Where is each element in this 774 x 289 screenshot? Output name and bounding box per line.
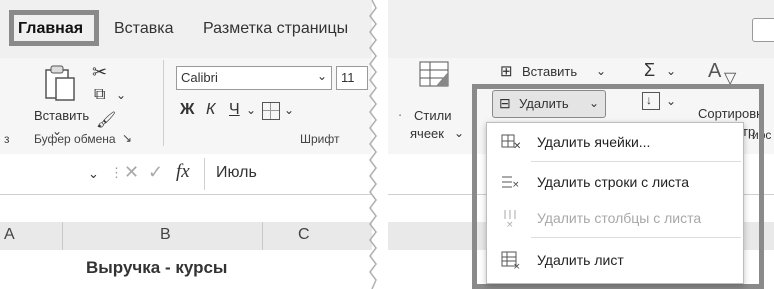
column-header-a[interactable]: A <box>4 226 15 244</box>
svg-text:×: × <box>506 220 514 227</box>
ribbon-fragment-dots: ⋅ <box>398 108 403 123</box>
cancel-icon[interactable]: ✕ <box>124 162 139 183</box>
clipboard-group-label: Буфер обмена <box>34 132 116 146</box>
divider <box>204 158 205 190</box>
cell-styles-label-2[interactable]: ячеек <box>410 126 444 141</box>
excel-left-pane: Главная Вставка Разметка страницы Встави… <box>0 0 372 289</box>
delete-cells-icon: ✕ <box>501 133 521 151</box>
cell-b1[interactable]: Выручка - курсы <box>86 258 227 278</box>
autosum-dropdown-icon[interactable]: ⌄ <box>666 64 676 78</box>
font-group-label: Шрифт <box>300 132 340 146</box>
borders-icon[interactable] <box>262 102 280 120</box>
format-painter-icon[interactable]: 🖌 <box>96 110 116 130</box>
chevron-down-icon: ⌄ <box>317 69 328 83</box>
delete-sheet-icon: × <box>501 251 521 269</box>
borders-dropdown-icon[interactable]: ⌄ <box>284 103 294 117</box>
underline-dropdown-icon[interactable]: ⌄ <box>246 103 256 117</box>
delete-columns-icon: × <box>501 209 521 227</box>
menu-item-label: Удалить столбцы с листа <box>537 210 702 226</box>
formula-value[interactable]: Июль <box>216 164 257 182</box>
copy-icon[interactable]: ⧉ <box>94 86 105 104</box>
function-icon[interactable]: fx <box>176 161 190 183</box>
menu-item-delete-columns[interactable]: × Удалить столбцы с листа <box>487 203 743 233</box>
tab-home[interactable]: Главная <box>18 20 83 38</box>
font-size-value: 11 <box>341 70 355 85</box>
insert-cells-icon[interactable]: ⊞ <box>500 62 513 80</box>
svg-text:×: × <box>513 262 521 269</box>
ribbon-home: Вставить ⌄ ✂ ⧉ ⌄ 🖌 з Буфер обмена ↘ Cali… <box>0 58 372 155</box>
comment-icon[interactable] <box>752 18 774 42</box>
underline-button[interactable]: Ч <box>229 101 240 119</box>
cut-icon[interactable]: ✂ <box>92 62 107 83</box>
bold-button[interactable]: Ж <box>180 101 194 119</box>
menu-item-label: Удалить лист <box>537 252 624 268</box>
delete-rows-icon: × <box>501 173 521 191</box>
column-header-b[interactable]: B <box>160 226 171 244</box>
tab-insert[interactable]: Вставка <box>114 20 173 38</box>
ribbon-tab-row: Главная Вставка Разметка страницы <box>0 0 372 58</box>
font-name-value: Calibri <box>181 70 218 85</box>
svg-text:×: × <box>512 180 520 190</box>
font-name-box[interactable]: Calibri ⌄ <box>176 66 332 90</box>
more-options-icon: ⋮ <box>110 165 123 180</box>
copy-dropdown-icon[interactable]: ⌄ <box>116 88 126 102</box>
menu-item-delete-rows[interactable]: × Удалить строки с листа <box>487 167 743 197</box>
svg-text:✕: ✕ <box>513 141 521 151</box>
delete-dropdown-menu: ✕ Удалить ячейки... × Удалить строки с л… <box>486 122 744 284</box>
column-header-c[interactable]: C <box>298 226 310 244</box>
group-divider <box>163 60 164 146</box>
paste-label[interactable]: Вставить <box>34 108 89 123</box>
column-headers: A B C <box>0 222 372 251</box>
menu-item-label: Удалить ячейки... <box>537 134 651 150</box>
ribbon-tab-row-right <box>388 0 774 58</box>
menu-item-delete-sheet[interactable]: × Удалить лист <box>487 245 743 275</box>
paste-icon[interactable] <box>36 64 82 104</box>
menu-item-label: Удалить строки с листа <box>537 174 690 190</box>
menu-item-delete-cells[interactable]: ✕ Удалить ячейки... <box>487 127 743 157</box>
enter-icon[interactable]: ✓ <box>148 162 163 183</box>
italic-button[interactable]: К <box>206 101 215 119</box>
sort-filter-icon[interactable]: A <box>708 60 721 83</box>
namebox-dropdown-icon[interactable]: ⌄ <box>88 166 99 182</box>
cell-styles-icon[interactable] <box>418 60 452 90</box>
formula-bar: ⌄ ⋮ ✕ ✓ fx Июль <box>0 154 372 195</box>
insert-dropdown-icon[interactable]: ⌄ <box>596 64 606 78</box>
insert-label[interactable]: Вставить <box>522 64 577 79</box>
spacer <box>0 195 372 222</box>
cell-styles-dropdown-icon[interactable]: ⌄ <box>454 126 464 140</box>
sheet-grid: Выручка - курсы <box>0 250 372 289</box>
autosum-icon[interactable]: Σ <box>644 60 655 81</box>
tab-page-layout[interactable]: Разметка страницы <box>203 20 348 38</box>
cell-prefix-text: з <box>4 132 10 146</box>
clipboard-launcher-icon[interactable]: ↘ <box>122 131 132 145</box>
torn-edge-left <box>364 0 380 289</box>
cell-styles-label[interactable]: Стили <box>414 108 451 123</box>
